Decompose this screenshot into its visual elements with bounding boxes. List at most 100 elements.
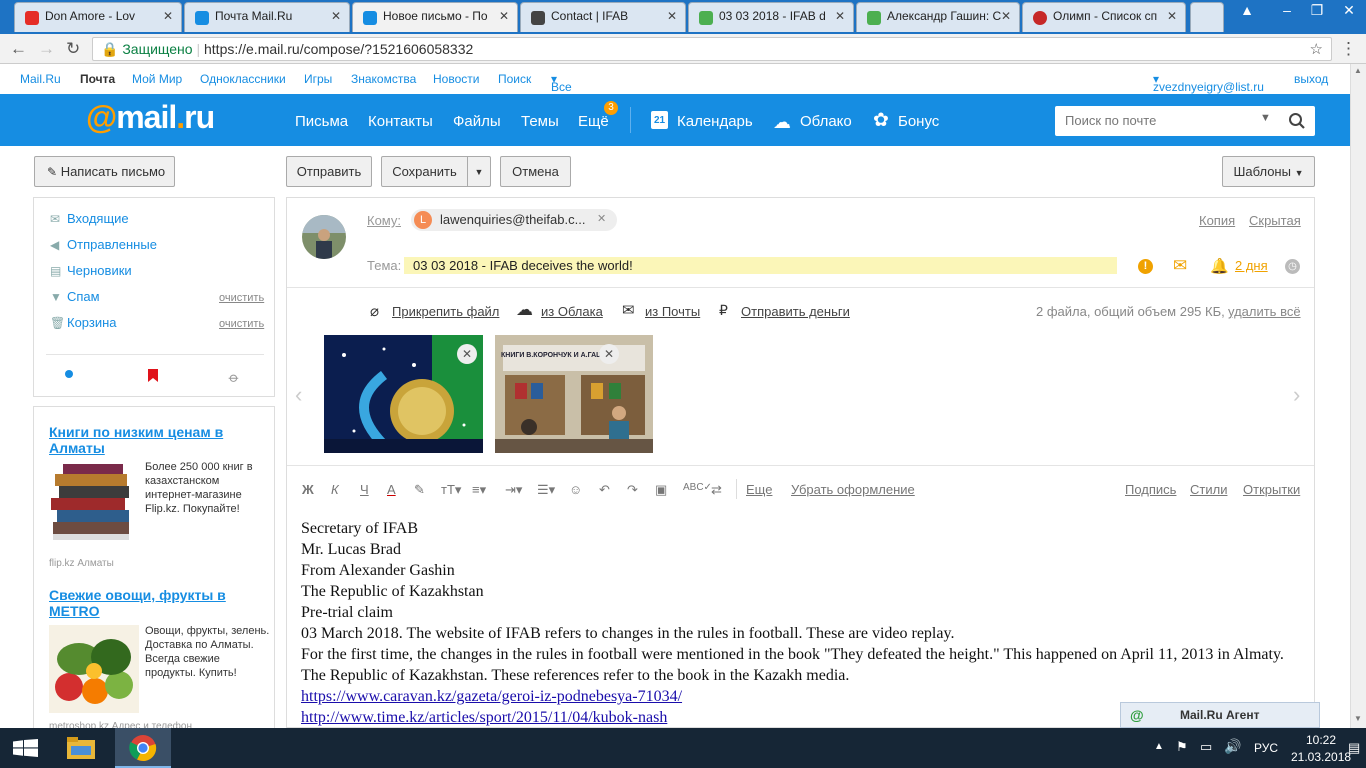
recipient-chip[interactable]: L lawenquiries@theifab.c... ✕ — [411, 209, 617, 231]
letter-body[interactable]: Secretary of IFAB Mr. Lucas Brad From Al… — [301, 518, 1301, 727]
list-icon[interactable]: ☰▾ — [537, 482, 555, 498]
italic-icon[interactable]: К — [331, 482, 339, 497]
volume-icon[interactable]: 🔊 — [1224, 738, 1241, 755]
mailru-logo[interactable]: @mail.ru — [86, 99, 215, 136]
bookmark-star-icon[interactable]: ☆ — [1310, 40, 1323, 58]
link-novosti[interactable]: Новости — [433, 72, 479, 86]
bcc-link[interactable]: Скрытая — [1249, 213, 1301, 228]
close-window-icon[interactable]: ✕ — [1334, 2, 1364, 19]
ad-title-books[interactable]: Книги по низким ценам в Алматы — [49, 424, 249, 456]
remove-attachment-icon[interactable]: ✕ — [457, 344, 477, 364]
minimize-icon[interactable]: – — [1272, 2, 1302, 18]
folder-trash[interactable]: 🗑 Корзина — [50, 315, 117, 330]
spellcheck-icon[interactable]: ABC✓ — [683, 482, 712, 493]
url-input[interactable]: 🔒 Защищено | https://e.mail.ru/compose/?… — [92, 37, 1332, 61]
remove-recipient-icon[interactable]: ✕ — [597, 212, 606, 225]
scroll-up-icon[interactable]: ▲ — [1354, 66, 1362, 75]
templates-button[interactable]: Шаблоны ▼ — [1222, 156, 1315, 187]
mailru-agent-bar[interactable]: @ Mail.Ru Агент — [1120, 702, 1320, 728]
tab-olimp[interactable]: Олимп - Список сп ✕ — [1022, 2, 1186, 32]
remove-attachment-icon[interactable]: ✕ — [599, 344, 619, 364]
send-money-link[interactable]: Отправить деньги — [741, 304, 850, 319]
tab-pochta[interactable]: Почта Mail.Ru ✕ — [184, 2, 350, 32]
tab-gashin[interactable]: Александр Гашин: С ✕ — [856, 2, 1020, 32]
search-input[interactable]: Поиск по почте ▼ — [1055, 106, 1315, 136]
logout-link[interactable]: выход — [1294, 72, 1328, 86]
clear-formatting-link[interactable]: Убрать оформление — [791, 482, 915, 497]
tab-don-amore[interactable]: Don Amore - Lov ✕ — [14, 2, 182, 32]
close-tab-icon[interactable]: ✕ — [331, 9, 341, 23]
underline-icon[interactable]: Ч — [360, 482, 369, 497]
clock-icon[interactable]: ◷ — [1285, 259, 1300, 274]
postcards-link[interactable]: Открытки — [1243, 482, 1300, 497]
styles-link[interactable]: Стили — [1190, 482, 1227, 497]
flag-filter-icon[interactable] — [147, 369, 159, 383]
ad-text-books[interactable]: Более 250 000 книг в казахстанском интер… — [145, 460, 270, 516]
folder-drafts[interactable]: ▤ Черновики — [50, 263, 132, 278]
reminder-days-link[interactable]: 2 дня — [1235, 258, 1268, 273]
tab-ifab-doc[interactable]: 03 03 2018 - IFAB d ✕ — [688, 2, 854, 32]
attachment-filter-icon[interactable]: ⌀ — [225, 369, 243, 387]
reminder-bell-icon[interactable]: 🔔 — [1210, 257, 1229, 275]
cc-link[interactable]: Копия — [1199, 213, 1235, 228]
image-icon[interactable]: ▣ — [655, 482, 667, 498]
avatar[interactable] — [302, 215, 346, 259]
signature-link[interactable]: Подпись — [1125, 482, 1176, 497]
redo-icon[interactable]: ↷ — [627, 482, 638, 498]
menu-icon[interactable]: ⋮ — [1340, 39, 1357, 59]
ad-title-metro[interactable]: Свежие овощи, фрукты в METRO — [49, 587, 249, 619]
clock-time[interactable]: 10:22 — [1306, 733, 1336, 747]
link-mailru[interactable]: Mail.Ru — [20, 72, 61, 86]
tab-new-letter[interactable]: Новое письмо - По ✕ — [352, 2, 518, 32]
link-pochta[interactable]: Почта — [80, 72, 115, 86]
clear-trash-link[interactable]: очистить — [219, 318, 264, 330]
indent-icon[interactable]: ⇥▾ — [505, 482, 522, 498]
attach-file-link[interactable]: Прикрепить файл — [392, 304, 499, 319]
write-letter-button[interactable]: ✎ Написать письмо — [34, 156, 175, 187]
undo-icon[interactable]: ↶ — [599, 482, 610, 498]
user-email[interactable]: zvezdnyeigry@list.ru ▾ — [1153, 72, 1264, 94]
nav-letters[interactable]: Письма — [295, 113, 348, 130]
nav-files[interactable]: Файлы — [453, 113, 501, 130]
file-explorer-button[interactable] — [58, 728, 104, 768]
delete-all-link[interactable]: удалить всё — [1228, 304, 1301, 319]
close-tab-icon[interactable]: ✕ — [1167, 9, 1177, 23]
tray-expand-icon[interactable]: ▲ — [1154, 741, 1164, 752]
ad-text-metro[interactable]: Овощи, фрукты, зелень. Доставка по Алмат… — [145, 624, 270, 680]
link-poisk[interactable]: Поиск — [498, 72, 531, 86]
notifications-icon[interactable]: ▤ — [1348, 740, 1360, 756]
text-color-icon[interactable]: A — [387, 482, 396, 497]
from-mail-link[interactable]: из Почты — [645, 304, 700, 319]
forward-icon[interactable]: → — [38, 39, 55, 59]
highlight-icon[interactable]: ✎ — [414, 482, 425, 498]
search-icon[interactable] — [1288, 112, 1306, 130]
network-icon[interactable]: ▭ — [1200, 739, 1212, 755]
chrome-taskbar-button[interactable] — [115, 728, 171, 768]
vegetables-image[interactable] — [49, 625, 139, 713]
chevron-down-icon[interactable]: ▼ — [1260, 112, 1271, 124]
nav-calendar[interactable]: Календарь — [677, 113, 753, 130]
align-icon[interactable]: ≡▾ — [472, 482, 486, 498]
bold-icon[interactable]: Ж — [302, 482, 314, 497]
link-moimir[interactable]: Мой Мир — [132, 72, 182, 86]
next-arrow-icon[interactable]: › — [1293, 382, 1300, 408]
close-tab-icon[interactable]: ✕ — [667, 9, 677, 23]
clear-spam-link[interactable]: очистить — [219, 292, 264, 304]
translate-icon[interactable]: ⇄ — [711, 482, 722, 498]
link-all-projects[interactable]: Все проекты ▾ — [551, 72, 597, 108]
from-cloud-link[interactable]: из Облака — [541, 304, 603, 319]
link-odnoklassniki[interactable]: Одноклассники — [200, 72, 286, 86]
save-dropdown-button[interactable]: ▼ — [467, 156, 491, 187]
save-button[interactable]: Сохранить — [381, 156, 468, 187]
windows-start-icon[interactable] — [13, 739, 38, 757]
unread-filter-icon[interactable] — [65, 370, 73, 378]
page-scrollbar[interactable]: ▲ ▼ — [1350, 64, 1366, 728]
subject-input[interactable]: 03 03 2018 - IFAB deceives the world! — [404, 257, 1117, 274]
emoji-icon[interactable]: ☺ — [569, 482, 582, 497]
close-tab-icon[interactable]: ✕ — [1001, 9, 1011, 23]
close-tab-icon[interactable]: ✕ — [163, 9, 173, 23]
flag-icon[interactable]: ⚑ — [1176, 739, 1188, 755]
nav-more[interactable]: Ещё — [578, 113, 609, 130]
to-label[interactable]: Кому: — [367, 213, 401, 228]
maximize-icon[interactable]: ❐ — [1302, 2, 1332, 19]
